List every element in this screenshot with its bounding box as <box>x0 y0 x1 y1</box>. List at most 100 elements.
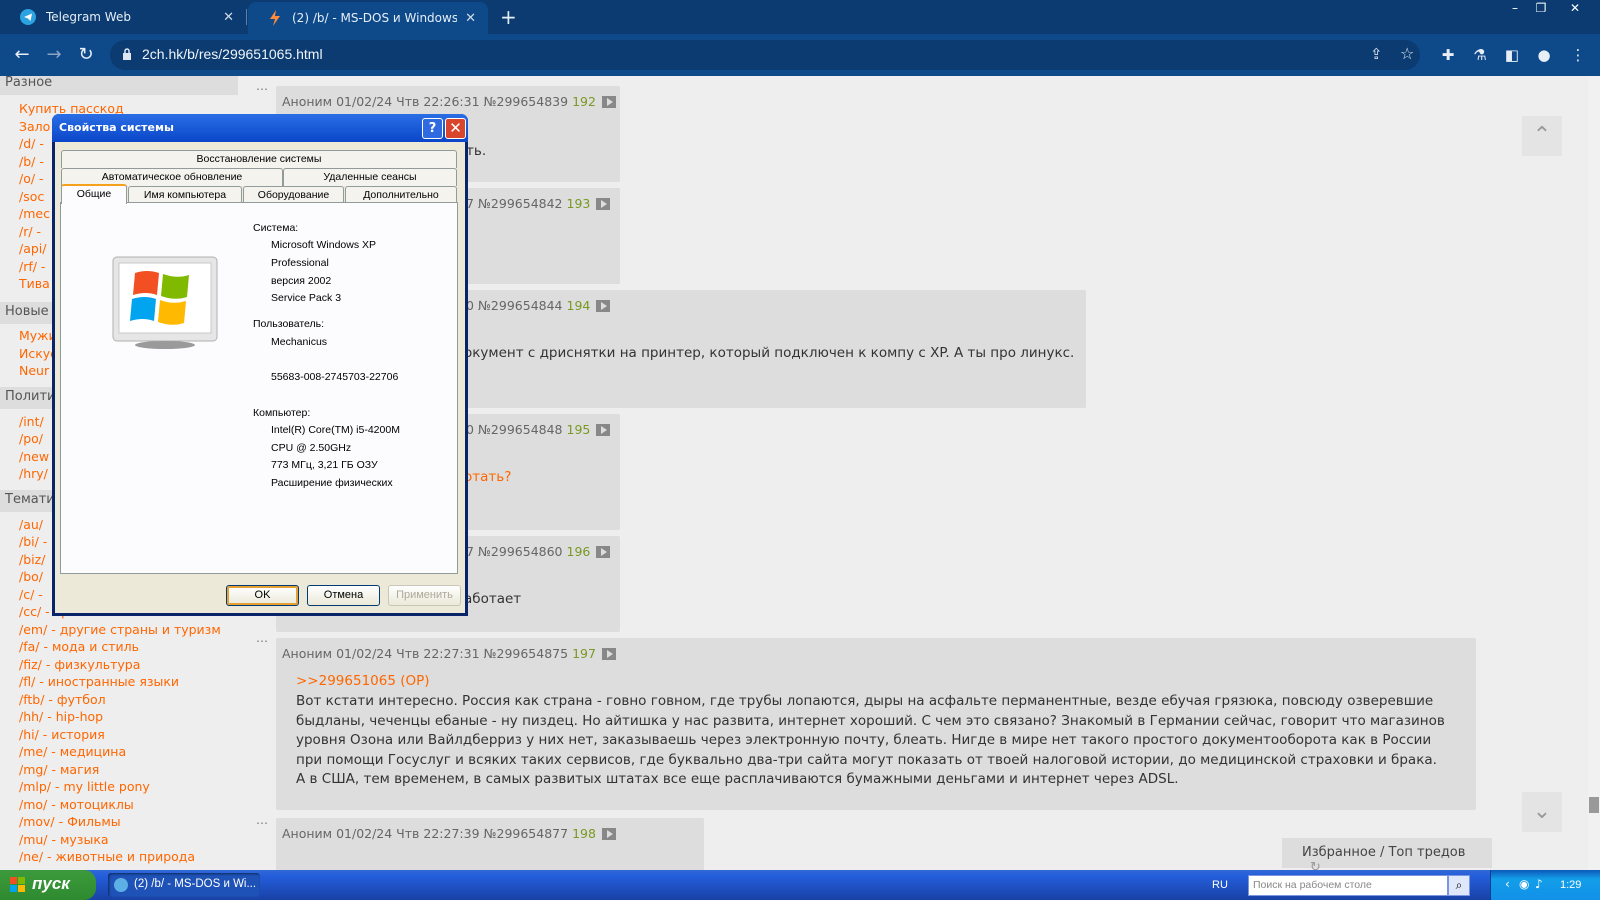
sidebar-link[interactable]: /mu/ - музыка <box>19 832 109 847</box>
sidebar-link[interactable]: /hi/ - история <box>19 727 105 742</box>
scrollbar-thumb[interactable] <box>1589 797 1599 813</box>
minimize-button[interactable]: – <box>1504 0 1526 18</box>
scroll-up-icon[interactable]: ⌃ <box>1522 116 1562 156</box>
favorites-bar[interactable]: Избранное / Топ тредов ↻ <box>1282 838 1492 870</box>
sidebar-link[interactable]: Тива <box>19 276 50 291</box>
sidebar-link[interactable]: /biz/ <box>19 552 45 567</box>
post-number[interactable]: 198 <box>572 826 596 841</box>
forward-arrow-icon[interactable]: → <box>42 43 66 67</box>
tab-telegram-web[interactable]: Telegram Web ✕ <box>0 0 246 34</box>
share-icon[interactable]: ⇪ <box>1370 45 1383 63</box>
sidebar-link[interactable]: /c/ - <box>19 587 43 602</box>
computer-label: Компьютер: <box>253 407 311 419</box>
tray-arrow-icon[interactable]: ‹ <box>1505 877 1510 891</box>
post-number[interactable]: 195 <box>567 422 591 437</box>
post-number[interactable]: 196 <box>567 544 591 559</box>
help-button[interactable]: ? <box>422 118 443 139</box>
sidebar-link[interactable]: /api/ <box>19 241 47 256</box>
sidebar-link[interactable]: /hh/ - hip-hop <box>19 709 103 724</box>
sidebar-link[interactable]: /soc <box>19 189 44 204</box>
post-menu-icon[interactable]: ⋯ <box>256 82 268 96</box>
play-icon[interactable] <box>596 546 611 558</box>
window-close-button[interactable]: ✕ <box>1564 0 1586 18</box>
post-text[interactable]: отать? <box>464 468 511 488</box>
apply-button[interactable]: Применить <box>388 585 461 606</box>
sidebar-link[interactable]: /o/ - <box>19 171 44 186</box>
sidebar-link[interactable]: /au/ <box>19 517 43 532</box>
sidebar-link[interactable]: /r/ - <box>19 224 41 239</box>
sidebar-link[interactable]: /d/ - <box>19 136 44 151</box>
url-text: 2ch.hk/b/res/299651065.html <box>142 46 323 62</box>
sidebar-link[interactable]: /mg/ - магия <box>19 762 99 777</box>
back-arrow-icon[interactable]: ← <box>10 43 34 67</box>
tab-system-restore[interactable]: Восстановление системы <box>61 150 457 168</box>
sidebar-link[interactable]: /em/ - другие страны и туризм <box>19 622 221 637</box>
sidebar-link[interactable]: /b/ - <box>19 154 44 169</box>
reply-link[interactable]: >>299651065 (OP) <box>296 672 430 692</box>
post-menu-icon[interactable]: ⋯ <box>256 816 268 830</box>
sidebar-link[interactable]: /fa/ - мода и стиль <box>19 639 139 654</box>
new-tab-button[interactable]: + <box>500 5 517 29</box>
volume-icon[interactable]: ♪ <box>1535 877 1543 891</box>
post-number[interactable]: 194 <box>567 298 591 313</box>
play-icon[interactable] <box>596 198 611 210</box>
sidebar-link[interactable]: /ne/ - животные и природа <box>19 849 195 864</box>
sidebar-link[interactable]: /mec <box>19 206 50 221</box>
sidebar-link[interactable]: /mlp/ - my little pony <box>19 779 150 794</box>
sidebar-link[interactable]: /po/ <box>19 431 43 446</box>
sidebar-link[interactable]: /mo/ - мотоциклы <box>19 797 134 812</box>
sidebar-link[interactable]: /new <box>19 449 49 464</box>
sidebar-link[interactable]: /hry/ <box>19 466 48 481</box>
tab-2ch-thread[interactable]: (2) /b/ - MS-DOS и Windows 3.11 п ✕ <box>248 2 488 34</box>
sidebar-link[interactable]: Зало <box>19 119 50 134</box>
tab-remote-sessions[interactable]: Удаленные сеансы <box>283 168 457 186</box>
post-number[interactable]: 193 <box>567 196 591 211</box>
dialog-titlebar[interactable]: Свойства системы ? ✕ <box>52 114 468 142</box>
tab-close-icon[interactable]: ✕ <box>465 11 476 26</box>
address-bar[interactable]: 2ch.hk/b/res/299651065.html ⇪ ☆ <box>110 40 1420 70</box>
favorites-label: Избранное / Топ тредов <box>1302 845 1466 860</box>
lab-flask-icon[interactable]: ⚗ <box>1468 43 1492 67</box>
sidebar-link[interactable]: /ftb/ - футбол <box>19 692 106 707</box>
network-icon[interactable]: ◉ <box>1519 877 1529 891</box>
desktop-search-input[interactable]: Поиск на рабочем столе <box>1248 875 1448 896</box>
sidebar-link[interactable]: /me/ - медицина <box>19 744 126 759</box>
sidebar-link[interactable]: /fiz/ - физкультура <box>19 657 140 672</box>
bookmark-star-icon[interactable]: ☆ <box>1400 44 1414 63</box>
sidebar-link[interactable]: /rf/ - <box>19 259 45 274</box>
tab-general[interactable]: Общие <box>61 184 127 204</box>
side-panel-icon[interactable]: ◧ <box>1500 43 1524 67</box>
tab-close-icon[interactable]: ✕ <box>223 10 234 25</box>
profile-avatar-icon[interactable]: ● <box>1532 43 1556 67</box>
dialog-close-button[interactable]: ✕ <box>445 118 466 139</box>
play-icon[interactable] <box>596 424 611 436</box>
ok-button[interactable]: OK <box>226 585 299 606</box>
post-number[interactable]: 197 <box>572 646 596 661</box>
start-button[interactable]: пуск <box>0 870 96 900</box>
sidebar-link[interactable]: Neur <box>19 363 49 378</box>
search-icon[interactable]: ⌕ <box>1448 875 1470 896</box>
play-icon[interactable] <box>596 300 611 312</box>
post-header: 0 №299654844 194 <box>466 298 611 313</box>
cancel-button[interactable]: Отмена <box>307 585 380 606</box>
page-scrollbar[interactable] <box>1588 76 1600 870</box>
taskbar-window-button[interactable]: (2) /b/ - MS-DOS и Wi... <box>108 873 260 897</box>
menu-kebab-icon[interactable]: ⋮ <box>1566 43 1590 67</box>
play-icon[interactable] <box>601 648 616 660</box>
sidebar-link[interactable]: /mov/ - Фильмы <box>19 814 121 829</box>
reload-icon[interactable]: ↻ <box>74 43 98 67</box>
sidebar-link[interactable]: /bi/ - <box>19 534 47 549</box>
post-menu-icon[interactable]: ⋯ <box>256 634 268 648</box>
post-number[interactable]: 192 <box>572 94 596 109</box>
scroll-down-icon[interactable]: ⌄ <box>1522 792 1562 832</box>
extensions-puzzle-icon[interactable]: ✚ <box>1436 43 1460 67</box>
restore-button[interactable]: ❐ <box>1530 0 1552 18</box>
sidebar-link[interactable]: Мужи <box>19 328 57 343</box>
play-icon[interactable] <box>601 828 616 840</box>
sidebar-link[interactable]: /fl/ - иностранные языки <box>19 674 179 689</box>
sidebar-link[interactable]: /int/ <box>19 414 44 429</box>
refresh-icon[interactable]: ↻ <box>1310 860 1321 870</box>
sidebar-link[interactable]: /bo/ <box>19 569 43 584</box>
language-indicator[interactable]: RU <box>1212 879 1228 891</box>
play-icon[interactable] <box>601 96 616 108</box>
